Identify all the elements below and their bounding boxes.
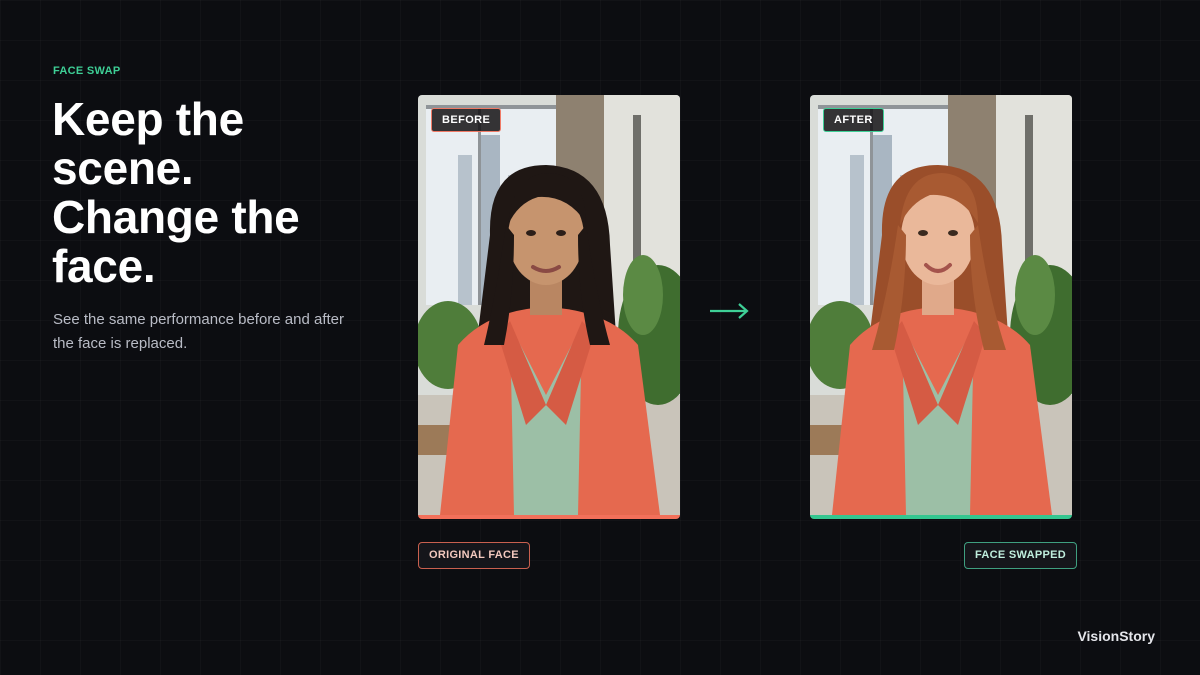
- brand-logo-text: VisionStory: [1077, 628, 1155, 644]
- eyebrow-label: FACE SWAP: [53, 65, 121, 77]
- before-portrait-image: [418, 95, 680, 515]
- original-face-caption: ORIGINAL FACE: [418, 542, 530, 569]
- headline-line-3: Change the: [52, 191, 300, 243]
- after-image-panel: AFTER: [810, 95, 1072, 519]
- page-title: Keep the scene. Change the face.: [52, 95, 372, 291]
- headline-line-2: scene.: [52, 142, 194, 194]
- arrow-right-icon: [710, 303, 749, 319]
- headline-line-1: Keep the: [52, 93, 244, 145]
- before-tag: BEFORE: [431, 108, 502, 132]
- subtitle: See the same performance before and afte…: [53, 311, 345, 352]
- before-image-panel: BEFORE: [418, 95, 680, 519]
- face-swapped-caption: FACE SWAPPED: [964, 542, 1078, 569]
- headline-line-4: face.: [52, 240, 156, 292]
- after-tag: AFTER: [823, 108, 884, 132]
- after-portrait-image: [810, 95, 1072, 515]
